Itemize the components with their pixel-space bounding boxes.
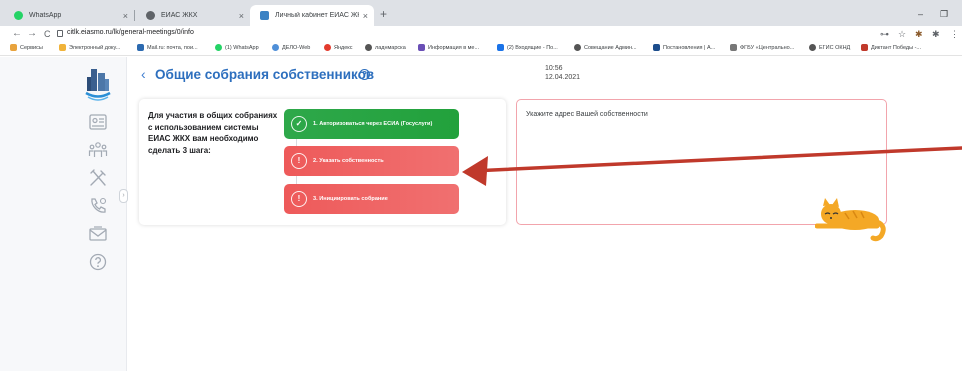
document-icon [653,44,660,51]
bookmark-item[interactable]: ЕГИС ОКНД [809,44,850,51]
document-icon [59,44,66,51]
exclamation-icon: ! [291,191,307,207]
bookmark-item[interactable]: ДЕЛО-Web [272,44,310,51]
minimize-button[interactable]: – [918,9,923,19]
whatsapp-icon [14,11,23,20]
whatsapp-icon [215,44,222,51]
bookmark-label: Совещание Админ... [584,44,637,51]
bookmark-label: Яндекс [334,44,353,51]
extensions-icon[interactable]: ✱ [932,27,940,41]
bookmark-label: ФГБУ «Центрально... [740,44,795,51]
profile-avatar-icon[interactable]: ✱ [915,27,923,41]
bookmark-label: ладнмарска [375,44,406,51]
tab-separator [134,10,135,21]
clock-time: 10:56 [545,65,563,72]
bookmark-item[interactable]: ладнмарска [365,44,406,51]
checkmark-icon: ✓ [291,116,307,132]
step-label: 1. Авторизоваться через ЕСИА (Госуслуги) [313,121,433,127]
bookmark-item[interactable]: Информация в ме... [418,44,479,51]
bookmark-label: Диктант Победы -... [871,44,922,51]
bookmark-item[interactable]: (1) WhatsApp [215,44,259,51]
globe-icon [365,44,372,51]
exclamation-icon: ! [291,153,307,169]
info-icon [418,44,425,51]
bookmark-item[interactable]: Mail.ru: почта, пои... [137,44,198,51]
tab-title: Личный кабинет ЕИАС ЖКХ [275,12,359,19]
step-specify-property[interactable]: ! 2. Указать собственность [284,146,459,176]
reload-icon[interactable]: C [44,27,51,41]
restore-button[interactable]: ❐ [940,9,948,20]
steps-intro-text: Для участия в общих собраниях с использо… [148,111,278,155]
bookmark-item[interactable]: (2) Входящие - По... [497,44,558,51]
page-title: Общие собрания собственников [155,67,375,82]
screen: WhatsApp × ЕИАС ЖКХ × Личный кабинет ЕИА… [0,0,962,371]
bookmark-item[interactable]: Совещание Админ... [574,44,637,51]
menu-icon[interactable]: ⋮ [950,27,959,41]
tab-title: WhatsApp [29,12,62,19]
apps-grid-icon [10,44,17,51]
star-icon [861,44,868,51]
delo-icon [272,44,279,51]
back-arrow-icon[interactable]: ← [12,27,22,41]
browser-tab-bar: WhatsApp × ЕИАС ЖКХ × Личный кабинет ЕИА… [0,0,962,26]
sidebar: › [0,57,128,371]
building-icon [730,44,737,51]
globe-icon [146,11,155,20]
key-icon[interactable]: ⊶ [880,27,889,41]
help-icon[interactable] [88,252,108,272]
tab-eias[interactable]: ЕИАС ЖКХ × [136,5,250,26]
phone-support-icon[interactable] [88,196,108,216]
bookmark-item[interactable]: Диктант Победы -... [861,44,921,51]
tab-lk-eias[interactable]: Личный кабинет ЕИАС ЖКХ × [250,5,374,26]
bookmark-item[interactable]: Яндекс [324,44,353,51]
building-icon [260,11,269,20]
bookmark-item[interactable]: Постановления | А... [653,44,715,51]
profile-card-icon[interactable] [88,112,108,132]
bookmark-label: (2) Входящие - По... [507,44,558,51]
yandex-icon [324,44,331,51]
browser-toolbar: ← → C citlk.eiasmo.ru/lk/general-meeting… [0,26,962,42]
mail-icon [137,44,144,51]
bookmark-label: ЕГИС ОКНД [819,44,851,51]
bookmark-item[interactable]: Электронный доку... [59,44,120,51]
close-tab-icon[interactable]: × [123,11,128,21]
step-initiate-meeting[interactable]: ! 3. Инициировать собрание [284,184,459,214]
bookmark-label: Сервисы [20,44,43,51]
tab-whatsapp[interactable]: WhatsApp × [4,5,134,26]
bookmark-label: (1) WhatsApp [225,44,259,51]
bookmark-item[interactable]: Сервисы [10,44,43,51]
bookmark-label: Электронный доку... [69,44,121,51]
meeting-people-icon[interactable] [88,140,108,160]
property-address-hint: Укажите адрес Вашей собственности [526,111,648,118]
clock-date: 12.04.2021 [545,74,581,81]
close-tab-icon[interactable]: × [363,11,368,21]
tab-title: ЕИАС ЖКХ [161,12,198,19]
step-label: 2. Указать собственность [313,158,384,164]
outlook-icon [497,44,504,51]
bookmark-item[interactable]: ФГБУ «Центрально... [730,44,794,51]
step-label: 3. Инициировать собрание [313,196,388,202]
new-tab-button[interactable]: + [380,8,387,20]
close-tab-icon[interactable]: × [239,11,244,21]
back-chevron-icon[interactable]: ‹ [141,66,146,82]
bookmark-label: Постановления | А... [663,44,716,51]
step-authorize-esia[interactable]: ✓ 1. Авторизоваться через ЕСИА (Госуслуг… [284,109,459,139]
bookmark-label: ДЕЛО-Web [282,44,311,51]
lock-icon [57,30,63,37]
address-bar[interactable]: citlk.eiasmo.ru/lk/general-meetings/0/in… [67,29,194,36]
sidebar-expand-button[interactable]: › [119,189,128,203]
mail-icon[interactable] [88,224,108,244]
forward-arrow-icon[interactable]: → [27,27,37,41]
cat-mascot-icon [815,198,886,242]
help-question-icon[interactable]: ? [359,69,370,80]
globe-icon [574,44,581,51]
eias-logo-icon[interactable] [85,67,111,101]
bookmark-label: Mail.ru: почта, пои... [147,44,198,51]
bookmark-star-icon[interactable]: ☆ [898,27,906,41]
bookmark-label: Информация в ме... [428,44,480,51]
bookmarks-bar: Сервисы Электронный доку... Mail.ru: поч… [0,42,962,56]
globe-icon [809,44,816,51]
tools-icon[interactable] [88,168,108,188]
